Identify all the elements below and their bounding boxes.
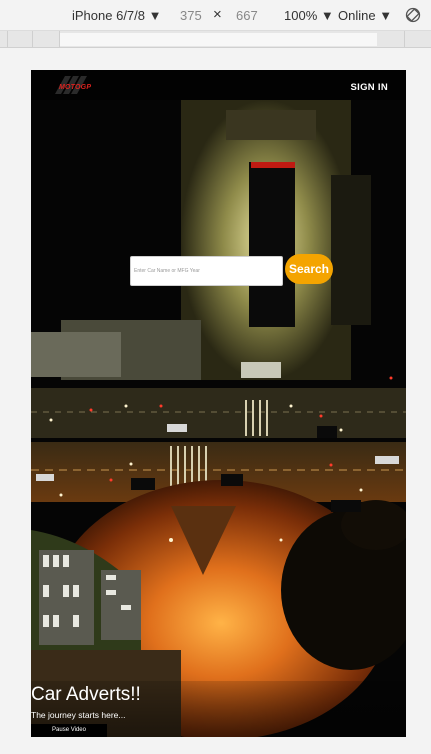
media-query-segment[interactable] [60, 33, 377, 46]
media-query-bar[interactable] [0, 31, 431, 48]
media-query-segment[interactable] [33, 31, 60, 47]
media-query-segment[interactable] [377, 31, 405, 47]
media-query-segment[interactable] [405, 31, 431, 47]
hero-title: Car Adverts!! [31, 684, 141, 705]
hero-subtitle: The journey starts here... [31, 710, 126, 720]
media-query-segment[interactable] [0, 31, 8, 47]
device-select[interactable]: iPhone 6/7/8 ▼ [72, 8, 161, 23]
rotate-icon[interactable] [405, 7, 421, 23]
width-field[interactable]: 375 [180, 8, 202, 23]
sign-in-link[interactable]: SIGN IN [351, 82, 388, 93]
pause-video-button[interactable]: Pause Video [31, 724, 107, 737]
height-field[interactable]: 667 [236, 8, 258, 23]
search-button[interactable]: Search [285, 254, 333, 284]
device-viewport: MOTOGP SIGN IN Search Car Adverts!! The … [31, 70, 406, 737]
zoom-select[interactable]: 100% ▼ [284, 8, 334, 23]
device-toolbar: iPhone 6/7/8 ▼ 375 × 667 100% ▼ Online ▼ [0, 0, 431, 31]
network-select[interactable]: Online ▼ [338, 8, 392, 23]
dimension-separator: × [213, 6, 222, 23]
search-input[interactable] [130, 256, 283, 286]
media-query-segment[interactable] [8, 31, 33, 47]
background-video [31, 70, 406, 737]
brand-logo-text[interactable]: MOTOGP [59, 84, 91, 91]
